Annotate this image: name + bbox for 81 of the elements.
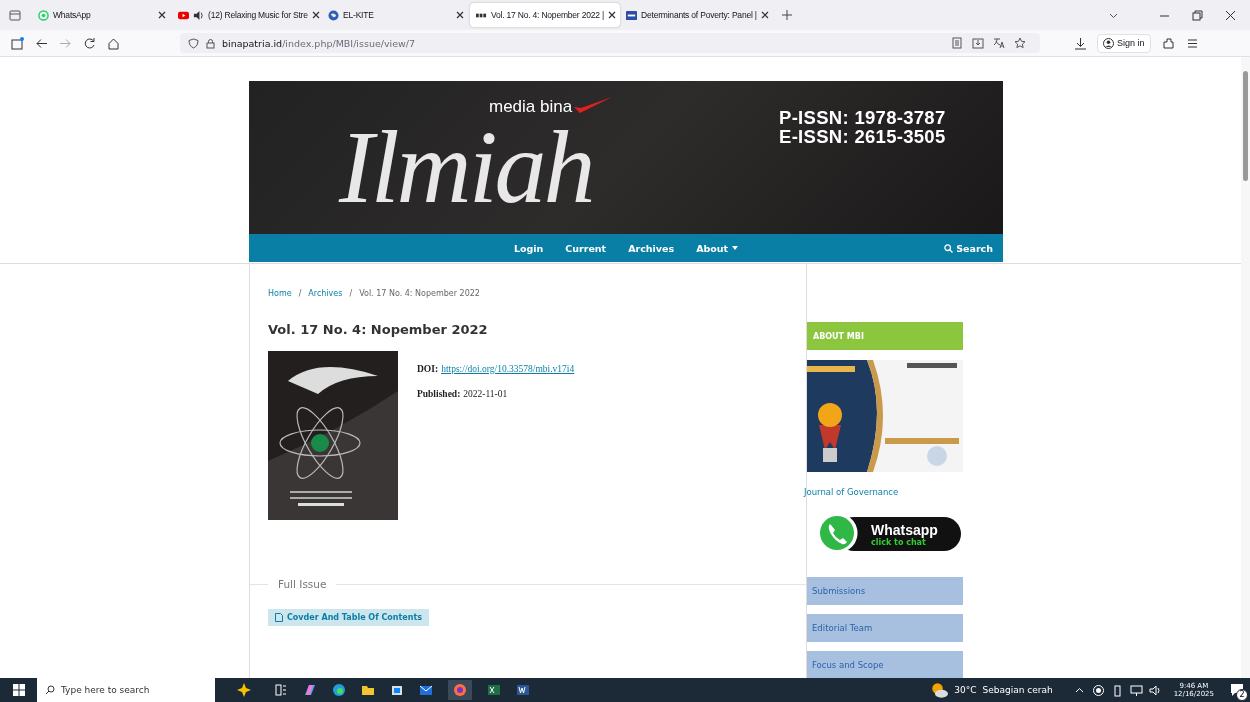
browser-tab[interactable]: (12) Relaxing Music for Stre bbox=[172, 3, 322, 27]
windows-start-icon[interactable] bbox=[13, 684, 25, 696]
firefox-icon[interactable] bbox=[448, 680, 472, 700]
edge-browser-icon[interactable] bbox=[332, 683, 346, 697]
sidebar-menu-item[interactable]: Submissions bbox=[807, 577, 963, 605]
search-link[interactable]: Search bbox=[944, 242, 993, 254]
translate-icon[interactable] bbox=[993, 37, 1005, 49]
close-icon[interactable] bbox=[1225, 9, 1236, 21]
breadcrumb-current: Vol. 17 No. 4: Nopember 2022 bbox=[359, 289, 480, 298]
folder-icon[interactable] bbox=[361, 683, 375, 697]
close-icon[interactable] bbox=[311, 11, 320, 19]
account-icon bbox=[1103, 37, 1114, 49]
download-icon[interactable] bbox=[1074, 36, 1087, 50]
address-bar[interactable]: binapatria.id/index.php/MBI/issue/view/7 bbox=[180, 33, 1040, 53]
extensions-icon[interactable] bbox=[1161, 36, 1175, 50]
logo-subtitle: media bina bbox=[489, 98, 573, 115]
new-tab-icon[interactable] bbox=[782, 10, 792, 20]
task-view-icon[interactable] bbox=[274, 683, 288, 697]
close-icon[interactable] bbox=[158, 11, 166, 19]
search-icon bbox=[45, 685, 55, 695]
word-processor-icon[interactable] bbox=[516, 683, 530, 697]
issn-text: E-ISSN: 2615-3505 bbox=[779, 127, 946, 147]
network-icon[interactable] bbox=[1129, 683, 1143, 697]
issn-text: P-ISSN: 1978-3787 bbox=[779, 108, 946, 128]
speaker-icon[interactable] bbox=[1148, 683, 1162, 697]
sign-in-button[interactable]: Sign in bbox=[1097, 33, 1151, 53]
lock-icon[interactable] bbox=[205, 37, 216, 49]
record-icon[interactable] bbox=[1091, 683, 1105, 697]
nav-link[interactable]: Archives bbox=[628, 242, 675, 254]
doi-link[interactable]: https://doi.org/10.33578/mbi.v17i4 bbox=[441, 364, 575, 374]
close-icon[interactable] bbox=[456, 11, 464, 19]
search-icon bbox=[944, 243, 954, 253]
reader-view-icon[interactable] bbox=[951, 37, 963, 49]
caret-icon bbox=[732, 246, 739, 250]
section-heading: Full Issue bbox=[277, 578, 328, 590]
close-icon[interactable] bbox=[607, 11, 616, 19]
browser-tab[interactable]: EL-KITE bbox=[322, 3, 470, 27]
spreadsheet-icon[interactable] bbox=[487, 683, 501, 697]
sidebar-icon[interactable] bbox=[11, 36, 24, 50]
scrollbar[interactable] bbox=[1241, 57, 1250, 678]
pdf-link-button[interactable]: Covder And Table Of Contents bbox=[268, 609, 430, 626]
taskbar-search-field[interactable]: Type here to search bbox=[37, 678, 215, 702]
breadcrumb-link[interactable]: Archives bbox=[308, 289, 343, 298]
star-icon[interactable] bbox=[1014, 37, 1026, 49]
menu-icon[interactable] bbox=[1185, 36, 1199, 50]
doi-line: DOI: https://doi.org/10.33578/mbi.v17i4 bbox=[417, 364, 575, 374]
store-icon[interactable] bbox=[390, 683, 404, 697]
browser-tab[interactable]: Vol. 17 No. 4: Nopember 2022 | bbox=[470, 3, 620, 27]
breadcrumb-separator: / bbox=[349, 289, 353, 298]
browser-tab[interactable]: Determinants of Poverty: Panel | bbox=[620, 3, 770, 27]
temperature-text: 30°C bbox=[954, 685, 977, 695]
nav-link[interactable]: About bbox=[696, 242, 739, 254]
nav-link[interactable]: Current bbox=[565, 242, 607, 254]
breadcrumb-link[interactable]: Home bbox=[268, 289, 292, 298]
play-icon bbox=[178, 9, 189, 21]
chat-bubble-icon bbox=[38, 9, 49, 21]
globe-icon bbox=[328, 9, 339, 21]
breadcrumb-separator: / bbox=[298, 289, 302, 298]
browser-tab[interactable]: WhatsApp bbox=[32, 3, 172, 27]
document-icon bbox=[626, 9, 637, 21]
mail-icon[interactable] bbox=[419, 683, 433, 697]
back-icon[interactable] bbox=[35, 36, 48, 50]
issue-title: Vol. 17 No. 4: Nopember 2022 bbox=[268, 322, 489, 337]
nav-link[interactable]: Login bbox=[513, 242, 544, 254]
logo-text: Ilmiah bbox=[339, 115, 593, 219]
reload-icon[interactable] bbox=[83, 36, 96, 50]
tab-list-icon[interactable] bbox=[8, 8, 22, 22]
close-icon[interactable] bbox=[760, 11, 769, 19]
shield-icon[interactable] bbox=[188, 37, 199, 49]
home-icon[interactable] bbox=[107, 36, 120, 50]
weather-icon[interactable] bbox=[931, 681, 949, 699]
published-line: Published: 2022-11-01 bbox=[417, 389, 509, 399]
install-icon[interactable] bbox=[972, 37, 984, 49]
sidebar-menu-item[interactable]: Focus and Scope bbox=[807, 651, 963, 678]
sidebar-link[interactable]: Journal of Governance bbox=[804, 487, 963, 497]
speaker-icon[interactable] bbox=[193, 9, 204, 21]
pdf-icon bbox=[275, 613, 283, 622]
sidebar-menu-item[interactable]: Editorial Team bbox=[807, 614, 963, 642]
weather-text: Sebagian cerah bbox=[982, 685, 1053, 695]
sidebar-heading: ABOUT MBI bbox=[807, 322, 963, 350]
restore-icon[interactable] bbox=[1192, 9, 1203, 21]
